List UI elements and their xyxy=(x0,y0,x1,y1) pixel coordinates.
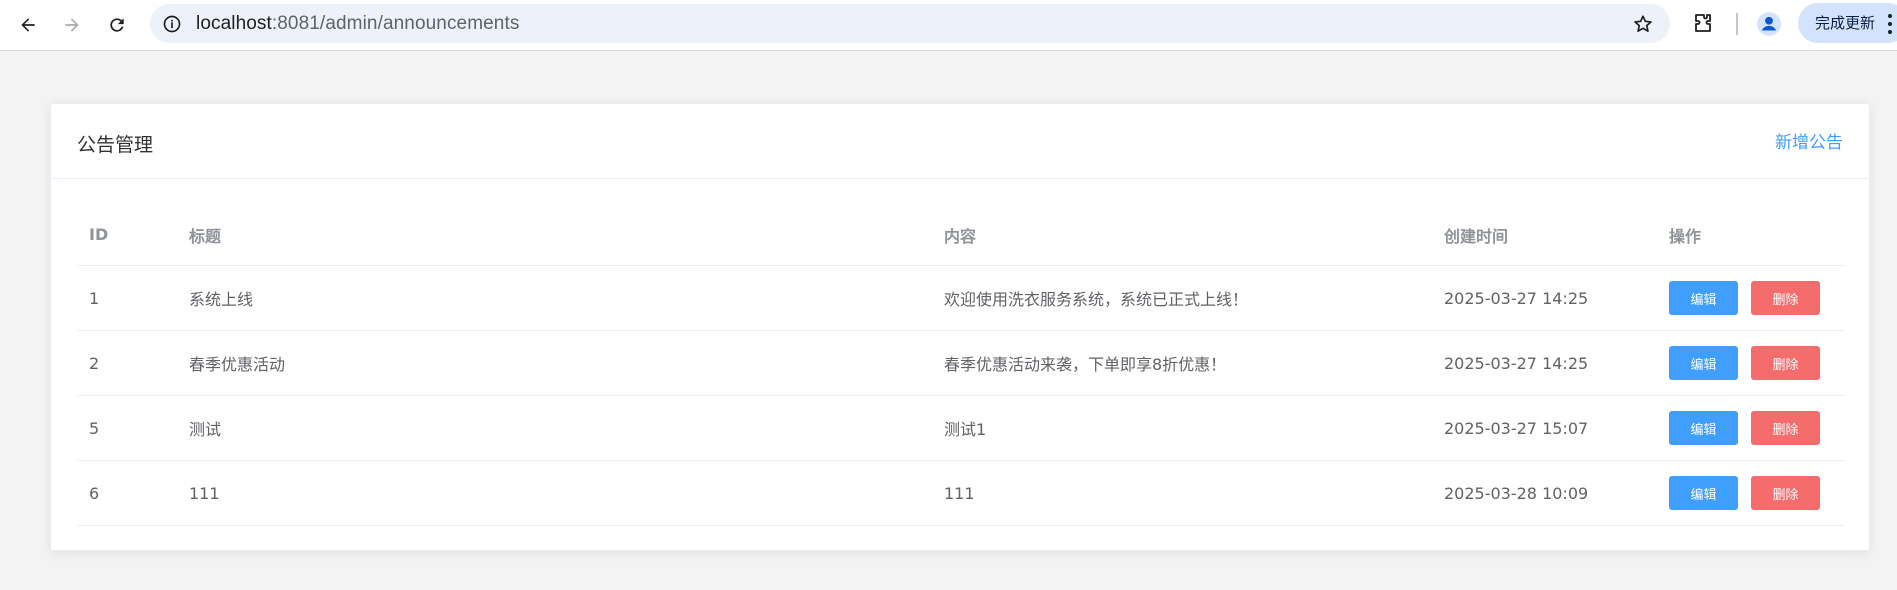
url-text[interactable]: localhost:8081/admin/announcements xyxy=(196,4,519,43)
url-host: localhost xyxy=(196,13,272,34)
edit-button[interactable]: 编辑 xyxy=(1669,411,1738,445)
cell-title: 测试 xyxy=(189,420,222,439)
column-header-id: ID xyxy=(89,225,109,244)
cell-content: 春季优惠活动来袭，下单即享8折优惠！ xyxy=(944,355,1227,374)
column-header-created: 创建时间 xyxy=(1444,226,1509,246)
back-button[interactable] xyxy=(10,7,46,43)
cell-content: 欢迎使用洗衣服务系统，系统已正式上线！ xyxy=(944,290,1249,309)
cell-content: 测试1 xyxy=(944,420,987,439)
site-info-icon[interactable] xyxy=(162,14,182,34)
profile-avatar-icon[interactable] xyxy=(1753,8,1785,40)
cell-created: 2025-03-27 15:07 xyxy=(1444,418,1589,438)
url-path: :8081/admin/announcements xyxy=(271,13,520,34)
edit-button[interactable]: 编辑 xyxy=(1669,346,1738,380)
cell-title: 春季优惠活动 xyxy=(189,355,286,374)
edit-button[interactable]: 编辑 xyxy=(1669,476,1738,510)
delete-button[interactable]: 删除 xyxy=(1751,281,1820,315)
column-header-content: 内容 xyxy=(944,226,977,246)
extensions-puzzle-icon[interactable] xyxy=(1688,8,1718,38)
cell-actions: 编辑 删除 xyxy=(1669,461,1820,525)
announcements-card: 公告管理 新增公告 ID 标题 内容 创建时间 操作 1 系统上线 欢迎使用洗衣… xyxy=(50,103,1870,551)
toolbar-divider xyxy=(1736,13,1738,35)
delete-button[interactable]: 删除 xyxy=(1751,476,1820,510)
column-header-actions: 操作 xyxy=(1669,226,1702,246)
announcements-table: ID 标题 内容 创建时间 操作 1 系统上线 欢迎使用洗衣服务系统，系统已正式… xyxy=(77,204,1845,526)
cell-content: 111 xyxy=(944,483,975,503)
cell-title: 系统上线 xyxy=(189,290,254,309)
delete-button[interactable]: 删除 xyxy=(1751,346,1820,380)
cell-created: 2025-03-28 10:09 xyxy=(1444,483,1589,503)
cell-created: 2025-03-27 14:25 xyxy=(1444,353,1589,373)
table-row: 2 春季优惠活动 春季优惠活动来袭，下单即享8折优惠！ 2025-03-27 1… xyxy=(77,331,1845,396)
page-title: 公告管理 xyxy=(77,134,154,156)
card-header: 公告管理 新增公告 xyxy=(51,104,1869,179)
reload-icon xyxy=(110,18,124,32)
cell-id: 1 xyxy=(89,288,100,308)
edit-button[interactable]: 编辑 xyxy=(1669,281,1738,315)
cell-actions: 编辑 删除 xyxy=(1669,396,1820,460)
forward-arrow-icon xyxy=(65,18,79,32)
cell-created: 2025-03-27 14:25 xyxy=(1444,288,1589,308)
table-header-row: ID 标题 内容 创建时间 操作 xyxy=(77,204,1845,266)
cell-id: 2 xyxy=(89,353,100,373)
back-arrow-icon xyxy=(21,18,35,32)
column-header-title: 标题 xyxy=(189,226,222,246)
cell-actions: 编辑 删除 xyxy=(1669,266,1820,330)
more-menu-icon[interactable] xyxy=(1883,12,1897,36)
reload-button[interactable] xyxy=(99,7,135,43)
browser-toolbar: localhost:8081/admin/announcements 完成更新 xyxy=(0,0,1897,51)
forward-button[interactable] xyxy=(54,7,90,43)
cell-actions: 编辑 删除 xyxy=(1669,331,1820,395)
table-row: 5 测试 测试1 2025-03-27 15:07 编辑 删除 xyxy=(77,396,1845,461)
address-bar[interactable]: localhost:8081/admin/announcements xyxy=(150,4,1670,43)
cell-id: 6 xyxy=(89,483,100,503)
table-row: 1 系统上线 欢迎使用洗衣服务系统，系统已正式上线！ 2025-03-27 14… xyxy=(77,266,1845,331)
table-row: 6 111 111 2025-03-28 10:09 编辑 删除 xyxy=(77,461,1845,526)
cell-title: 111 xyxy=(189,483,220,503)
add-announcement-button[interactable]: 新增公告 xyxy=(1775,128,1843,153)
cell-id: 5 xyxy=(89,418,100,438)
delete-button[interactable]: 删除 xyxy=(1751,411,1820,445)
bookmark-star-icon[interactable] xyxy=(1632,13,1654,35)
